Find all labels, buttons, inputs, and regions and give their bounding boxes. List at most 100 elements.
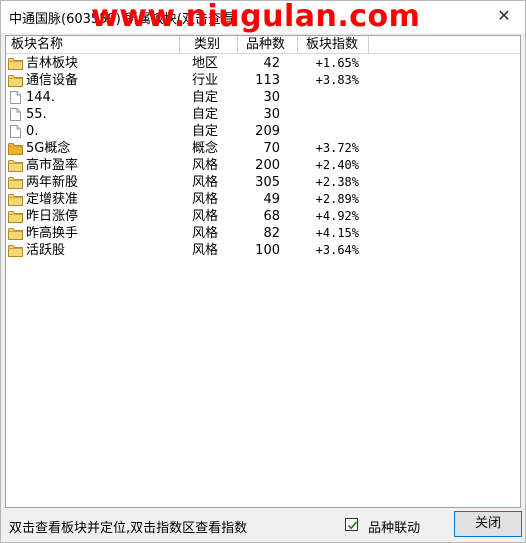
table-row[interactable]: 5G概念 概念 70 +3.72% bbox=[6, 140, 520, 157]
table-row[interactable]: 通信设备 行业 113 +3.83% bbox=[6, 72, 520, 89]
close-icon[interactable]: ✕ bbox=[493, 5, 515, 27]
cell-count: 42 bbox=[263, 56, 280, 71]
sector-name: 高市盈率 bbox=[26, 158, 79, 173]
document-icon bbox=[8, 125, 23, 138]
cell-count: 68 bbox=[263, 209, 280, 224]
sector-name: 144. bbox=[26, 90, 55, 105]
cell-name: 144. bbox=[8, 89, 188, 106]
table-row[interactable]: 定增获准 风格 49 +2.89% bbox=[6, 191, 520, 208]
cell-index[interactable]: +1.65% bbox=[302, 55, 359, 72]
cell-name: 通信设备 bbox=[8, 72, 188, 89]
cell-type: 风格 bbox=[192, 226, 219, 241]
column-header-name[interactable]: 板块名称 bbox=[6, 36, 180, 54]
cell-type: 自定 bbox=[192, 90, 219, 105]
cell-index[interactable]: +2.38% bbox=[302, 174, 359, 191]
folder-icon bbox=[8, 159, 23, 172]
hint-text: 双击查看板块并定位,双击指数区查看指数 bbox=[9, 521, 248, 536]
linkage-checkbox[interactable]: 品种联动 bbox=[345, 517, 421, 536]
cell-index[interactable]: +3.64% bbox=[302, 242, 359, 259]
status-bar: 双击查看板块并定位,双击指数区查看指数 品种联动 关闭 bbox=[1, 508, 525, 542]
folder-icon bbox=[8, 193, 23, 206]
table-row[interactable]: 吉林板块 地区 42 +1.65% bbox=[6, 55, 520, 72]
sector-name: 定增获准 bbox=[26, 192, 79, 207]
document-icon bbox=[8, 108, 23, 121]
sector-name: 昨日涨停 bbox=[26, 209, 79, 224]
sector-list[interactable]: 板块名称 类别 品种数 板块指数 吉林板块 地区 42 +1.65% 通信设备 行业 113… bbox=[5, 35, 521, 508]
cell-type: 行业 bbox=[192, 73, 219, 88]
column-header-type[interactable]: 类别 bbox=[180, 36, 238, 54]
list-rows: 吉林板块 地区 42 +1.65% 通信设备 行业 113 +3.83% 144. 自定 30 55.… bbox=[6, 55, 520, 259]
cell-count: 100 bbox=[255, 243, 280, 258]
cell-type: 风格 bbox=[192, 243, 219, 258]
cell-index[interactable]: +4.15% bbox=[302, 225, 359, 242]
sector-name: 吉林板块 bbox=[26, 56, 79, 71]
table-row[interactable]: 0. 自定 209 bbox=[6, 123, 520, 140]
sector-name: 昨高换手 bbox=[26, 226, 79, 241]
cell-index[interactable]: +3.72% bbox=[302, 140, 359, 157]
cell-type: 自定 bbox=[192, 124, 219, 139]
cell-name: 昨日涨停 bbox=[8, 208, 188, 225]
folder-icon bbox=[8, 176, 23, 189]
cell-index[interactable]: +2.89% bbox=[302, 191, 359, 208]
folder-icon bbox=[8, 57, 23, 70]
folder-orange-icon bbox=[8, 142, 23, 155]
sector-name: 5G概念 bbox=[26, 141, 71, 156]
table-row[interactable]: 活跃股 风格 100 +3.64% bbox=[6, 242, 520, 259]
cell-name: 高市盈率 bbox=[8, 157, 188, 174]
cell-type: 风格 bbox=[192, 209, 219, 224]
cell-name: 5G概念 bbox=[8, 140, 188, 157]
cell-index[interactable] bbox=[302, 123, 359, 140]
table-row[interactable]: 昨高换手 风格 82 +4.15% bbox=[6, 225, 520, 242]
cell-type: 风格 bbox=[192, 158, 219, 173]
cell-index[interactable]: +3.83% bbox=[302, 72, 359, 89]
watermark: www.niugulan.com bbox=[91, 0, 421, 34]
list-header: 板块名称 类别 品种数 板块指数 bbox=[6, 36, 520, 54]
document-icon bbox=[8, 91, 23, 104]
cell-count: 30 bbox=[263, 90, 280, 105]
folder-icon bbox=[8, 244, 23, 257]
close-button[interactable]: 关闭 bbox=[454, 511, 522, 537]
sector-name: 55. bbox=[26, 107, 47, 122]
cell-count: 70 bbox=[263, 141, 280, 156]
cell-count: 200 bbox=[255, 158, 280, 173]
cell-index[interactable] bbox=[302, 106, 359, 123]
checkbox-label: 品种联动 bbox=[368, 521, 421, 536]
checkmark-icon bbox=[347, 521, 358, 530]
sector-name: 通信设备 bbox=[26, 73, 79, 88]
cell-count: 30 bbox=[263, 107, 280, 122]
table-row[interactable]: 高市盈率 风格 200 +2.40% bbox=[6, 157, 520, 174]
cell-name: 昨高换手 bbox=[8, 225, 188, 242]
cell-type: 风格 bbox=[192, 175, 219, 190]
cell-index[interactable] bbox=[302, 89, 359, 106]
column-header-count[interactable]: 品种数 bbox=[238, 36, 298, 54]
cell-index[interactable]: +2.40% bbox=[302, 157, 359, 174]
table-row[interactable]: 昨日涨停 风格 68 +4.92% bbox=[6, 208, 520, 225]
sector-name: 两年新股 bbox=[26, 175, 79, 190]
cell-name: 定增获准 bbox=[8, 191, 188, 208]
folder-icon bbox=[8, 227, 23, 240]
table-row[interactable]: 55. 自定 30 bbox=[6, 106, 520, 123]
cell-name: 吉林板块 bbox=[8, 55, 188, 72]
cell-name: 两年新股 bbox=[8, 174, 188, 191]
cell-name: 55. bbox=[8, 106, 188, 123]
sector-name: 0. bbox=[26, 124, 39, 139]
folder-icon bbox=[8, 210, 23, 223]
column-header-index[interactable]: 板块指数 bbox=[298, 36, 369, 54]
cell-count: 305 bbox=[255, 175, 280, 190]
dialog-window: 中通国脉(603559) 所属板块(双击查看 www.niugulan.com … bbox=[0, 0, 526, 543]
cell-index[interactable]: +4.92% bbox=[302, 208, 359, 225]
cell-count: 209 bbox=[255, 124, 280, 139]
checkbox-box[interactable] bbox=[345, 518, 358, 531]
cell-type: 风格 bbox=[192, 192, 219, 207]
cell-name: 活跃股 bbox=[8, 242, 188, 259]
table-row[interactable]: 两年新股 风格 305 +2.38% bbox=[6, 174, 520, 191]
table-row[interactable]: 144. 自定 30 bbox=[6, 89, 520, 106]
cell-name: 0. bbox=[8, 123, 188, 140]
cell-type: 自定 bbox=[192, 107, 219, 122]
cell-count: 82 bbox=[263, 226, 280, 241]
cell-count: 113 bbox=[255, 73, 280, 88]
cell-count: 49 bbox=[263, 192, 280, 207]
cell-type: 地区 bbox=[192, 56, 219, 71]
folder-icon bbox=[8, 74, 23, 87]
title-bar: 中通国脉(603559) 所属板块(双击查看 www.niugulan.com … bbox=[1, 0, 525, 34]
